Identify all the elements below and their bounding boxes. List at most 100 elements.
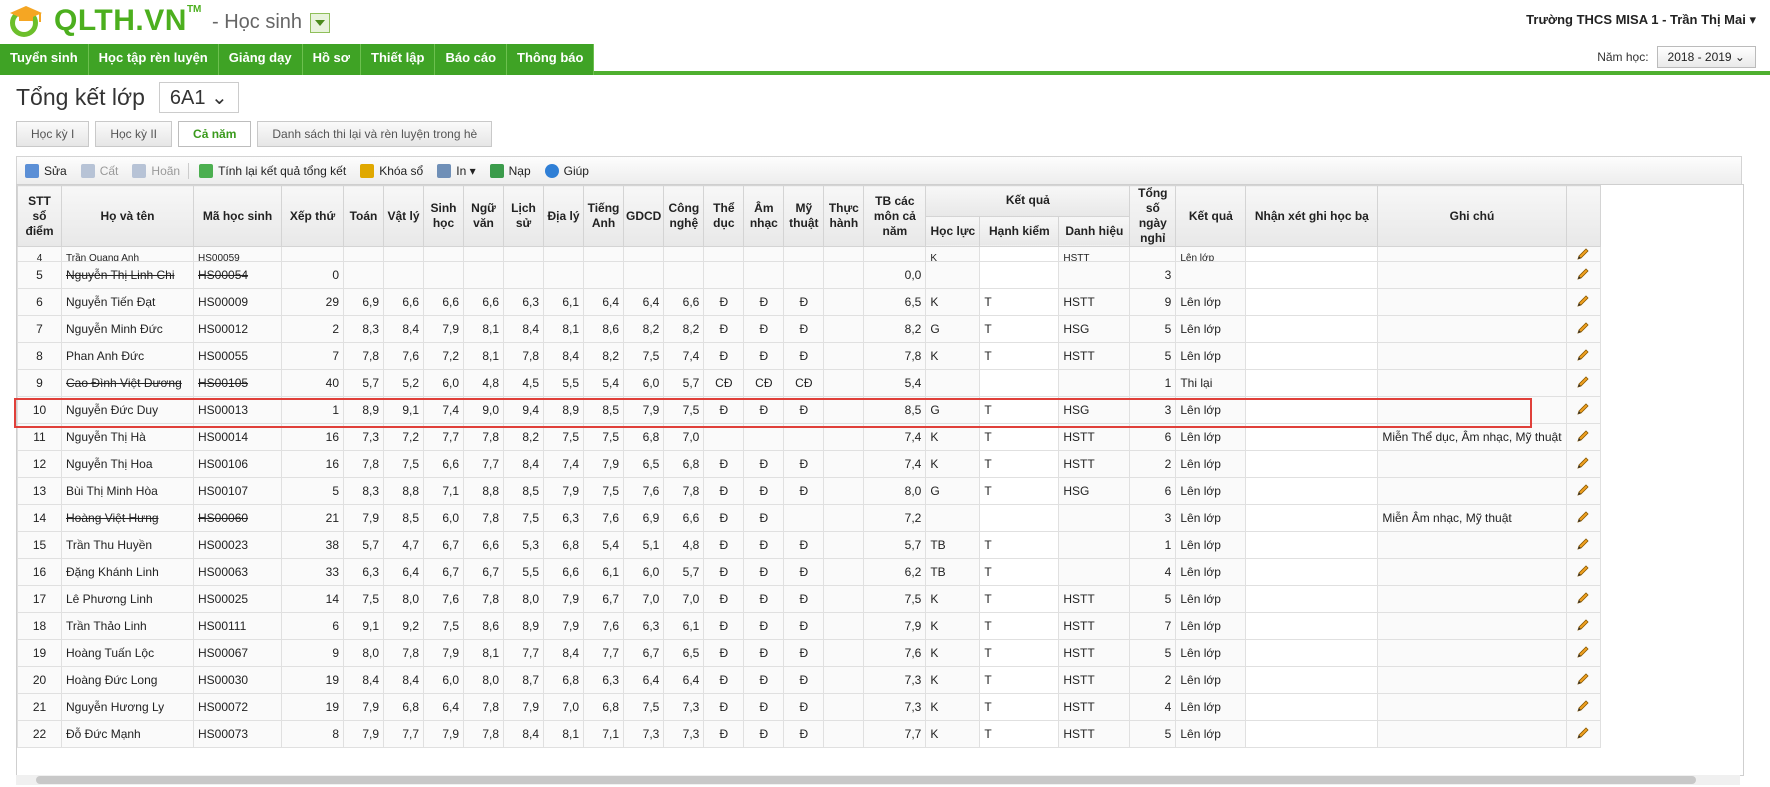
cell-actions[interactable]	[1565, 720, 1601, 748]
cell-absent[interactable]: 1	[1129, 531, 1177, 559]
cell-code[interactable]: HS00054	[193, 261, 282, 289]
pencil-icon[interactable]	[1576, 699, 1590, 713]
cell-title[interactable]	[1058, 369, 1131, 397]
cell-absent[interactable]: 6	[1129, 477, 1177, 505]
cell-score[interactable]: 7,5	[663, 396, 705, 424]
cell-score[interactable]: 8,4	[383, 666, 424, 694]
cell-conduct[interactable]	[979, 246, 1060, 262]
cell-score[interactable]: 6,8	[383, 693, 424, 721]
chevron-down-icon[interactable]	[310, 12, 331, 33]
cell-code[interactable]: HS00055	[193, 342, 282, 370]
pencil-icon[interactable]	[1576, 456, 1590, 470]
cell-score[interactable]: 7,8	[343, 450, 384, 478]
cell-actions[interactable]	[1565, 693, 1601, 721]
cell-score[interactable]: 7,3	[663, 693, 705, 721]
cell-result[interactable]: Lên lớp	[1175, 477, 1247, 505]
cell-score[interactable]: 5,7	[663, 558, 705, 586]
cell-actions[interactable]	[1565, 261, 1601, 289]
cell-score[interactable]: 8,1	[463, 315, 504, 343]
col-code[interactable]: Mã học sinh	[193, 185, 282, 247]
tab-term[interactable]: Cả năm	[178, 121, 252, 147]
cell-code[interactable]: HS00025	[193, 585, 282, 613]
cell-conduct[interactable]: T	[979, 450, 1060, 478]
col-note[interactable]: Ghi chú	[1377, 185, 1567, 247]
cell-score[interactable]: 6,9	[622, 504, 665, 532]
cell-name[interactable]: Nguyễn Thị Hoa	[61, 450, 194, 478]
cell-result[interactable]: Lên lớp	[1175, 504, 1247, 532]
cell-score[interactable]: 7,4	[423, 396, 464, 424]
cell-score[interactable]: Đ	[743, 396, 785, 424]
cell-score[interactable]	[823, 369, 865, 397]
cell-score[interactable]: 6,0	[622, 558, 665, 586]
cell-absent[interactable]: 4	[1129, 558, 1177, 586]
cell-note[interactable]	[1377, 558, 1567, 586]
cell-score[interactable]: Đ	[743, 612, 785, 640]
cell-score[interactable]	[743, 423, 785, 451]
cell-score[interactable]: 5,7	[343, 369, 384, 397]
cell-score[interactable]: 6,8	[583, 693, 624, 721]
cell-absent[interactable]: 2	[1129, 666, 1177, 694]
cell-actions[interactable]	[1565, 396, 1601, 424]
cell-score[interactable]: 7,5	[543, 423, 584, 451]
col-practice[interactable]: Thực hành	[823, 185, 865, 247]
table-row[interactable]: 13 Bùi Thị Minh Hòa HS00107 5 8,3 8,8 7,1 8,8 8,…	[17, 477, 1601, 505]
cell-result[interactable]: Lên lớp	[1175, 693, 1247, 721]
col-civics[interactable]: GDCD	[622, 185, 665, 247]
cell-academic[interactable]: K	[925, 639, 981, 667]
cell-note[interactable]	[1377, 639, 1567, 667]
cell-absent[interactable]: 5	[1129, 342, 1177, 370]
cell-rank[interactable]: 38	[281, 531, 344, 559]
cell-result[interactable]: Lên lớp	[1175, 342, 1247, 370]
cell-absent[interactable]: 5	[1129, 639, 1177, 667]
pencil-icon[interactable]	[1576, 537, 1590, 551]
cell-stt[interactable]: 13	[17, 477, 62, 505]
cell-score[interactable]: Đ	[783, 612, 825, 640]
cell-score[interactable]: 7,9	[423, 639, 464, 667]
cell-actions[interactable]	[1565, 585, 1601, 613]
cell-avg[interactable]: 7,6	[863, 639, 927, 667]
cell-score[interactable]: 6,8	[663, 450, 705, 478]
cell-note[interactable]	[1377, 531, 1567, 559]
cell-score[interactable]: Đ	[743, 693, 785, 721]
cell-name[interactable]: Đỗ Đức Mạnh	[61, 720, 194, 748]
cell-score[interactable]	[823, 666, 865, 694]
cell-score[interactable]: 8,0	[463, 666, 504, 694]
cell-score[interactable]: 7,9	[343, 693, 384, 721]
cell-score[interactable]: 7,8	[503, 342, 544, 370]
cell-rank[interactable]: 19	[281, 666, 344, 694]
cell-title[interactable]: HSTT	[1058, 720, 1131, 748]
tab-term[interactable]: Học kỳ I	[16, 121, 90, 147]
cell-actions[interactable]	[1565, 666, 1601, 694]
cell-name[interactable]: Trần Thảo Linh	[61, 612, 194, 640]
cell-conduct[interactable]	[979, 369, 1060, 397]
load-button[interactable]: Nạp	[489, 163, 531, 178]
cell-score[interactable]: Đ	[703, 396, 745, 424]
col-biology[interactable]: Sinh học	[423, 185, 464, 247]
cell-code[interactable]: HS00111	[193, 612, 282, 640]
cell-stt[interactable]: 14	[17, 504, 62, 532]
cell-code[interactable]: HS00023	[193, 531, 282, 559]
cell-score[interactable]: 6,4	[622, 666, 665, 694]
menu-item[interactable]: Thông báo	[507, 44, 595, 75]
cell-score[interactable]: 6,5	[663, 639, 705, 667]
cell-name[interactable]: Nguyễn Thị Hà	[61, 423, 194, 451]
col-academic[interactable]: Học lực	[925, 215, 981, 247]
cell-score[interactable]: 8,3	[343, 477, 384, 505]
cell-score[interactable]: 7,9	[622, 396, 665, 424]
cell-score[interactable]: Đ	[743, 288, 785, 316]
cell-note[interactable]: Miễn Âm nhạc, Mỹ thuật	[1377, 504, 1567, 532]
cell-score[interactable]	[823, 504, 865, 532]
cell-score[interactable]: 4,5	[503, 369, 544, 397]
cell-score[interactable]: 6,6	[663, 288, 705, 316]
cell-academic[interactable]	[925, 369, 981, 397]
cell-conduct[interactable]: T	[979, 423, 1060, 451]
cell-score[interactable]: Đ	[743, 639, 785, 667]
cell-actions[interactable]	[1565, 477, 1601, 505]
table-row[interactable]: 18 Trần Thảo Linh HS00111 6 9,1 9,2 7,5 8,6 8,9 7…	[17, 612, 1601, 640]
cell-score[interactable]	[823, 639, 865, 667]
cell-avg[interactable]: 7,2	[863, 504, 927, 532]
cell-score[interactable]: 7,4	[543, 450, 584, 478]
cell-score[interactable]: CĐ	[743, 369, 785, 397]
cell-result[interactable]: Lên lớp	[1175, 246, 1247, 262]
cell-score[interactable]	[823, 246, 865, 262]
